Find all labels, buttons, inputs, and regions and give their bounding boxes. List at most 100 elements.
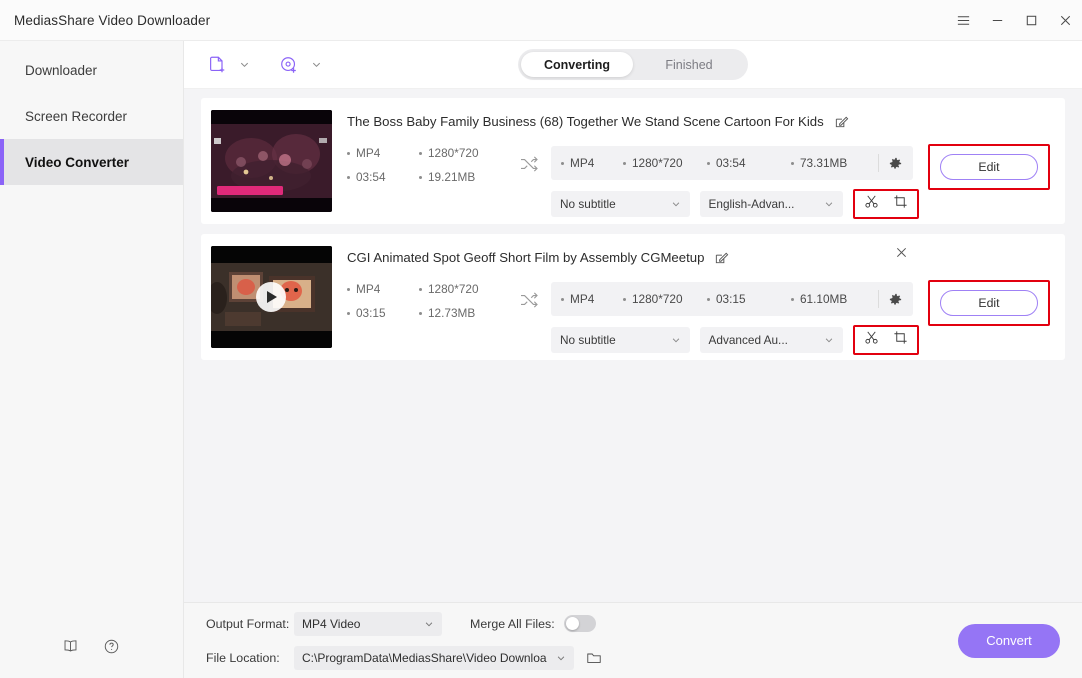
audio-select[interactable]: Advanced Au... [700,327,843,353]
source-duration: 03:54 [347,170,419,184]
output-format: MP4 [561,292,623,306]
video-thumbnail[interactable] [211,110,332,212]
convert-arrows-icon [507,282,551,308]
source-format: MP4 [347,146,419,160]
output-format-value: MP4 Video [302,617,360,631]
task-details: The Boss Baby Family Business (68) Toget… [332,110,919,224]
footer-settings: Output Format: MP4 Video Merge All Files… [206,612,602,670]
subtitle-select[interactable]: No subtitle [551,327,690,353]
task-card: CGI Animated Spot Geoff Short Film by As… [201,234,1065,360]
folder-icon[interactable] [586,650,602,666]
help-icon[interactable] [103,638,120,660]
chevron-down-icon [824,335,834,345]
file-location-value: C:\ProgramData\MediasShare\Video Downloa [302,651,547,665]
edit-button-highlight: Edit [928,280,1050,326]
tab-finished[interactable]: Finished [633,52,745,77]
rename-icon[interactable] [714,250,729,265]
file-location-row: File Location: C:\ProgramData\MediasShar… [206,646,602,670]
minimize-icon[interactable] [980,0,1014,41]
main-area: Converting Finished [184,41,1082,678]
output-block: MP4 1280*720 03:54 73.31MB [551,146,919,219]
task-title-row: CGI Animated Spot Geoff Short Film by As… [347,246,919,268]
menu-icon[interactable] [946,0,980,41]
video-thumbnail[interactable] [211,246,332,348]
title-bar: MediasShare Video Downloader [0,0,1082,41]
output-resolution: 1280*720 [623,156,707,170]
remove-task-icon[interactable] [891,242,911,262]
merge-all-files-label: Merge All Files: [470,617,555,631]
audio-select[interactable]: English-Advan... [700,191,843,217]
source-resolution: 1280*720 [419,282,507,296]
source-duration: 03:15 [347,306,419,320]
sidebar-footer [0,620,183,678]
output-size: 61.10MB [791,292,875,306]
add-disc-icon[interactable] [274,50,304,80]
source-format: MP4 [347,282,419,296]
edit-tools-highlight [853,189,919,219]
audio-select-value: Advanced Au... [709,333,788,347]
maximize-icon[interactable] [1014,0,1048,41]
body: Downloader Screen Recorder Video Convert… [0,41,1082,678]
add-disc-chevron-down-icon[interactable] [308,57,324,73]
chevron-down-icon [671,199,681,209]
window-controls [946,0,1082,41]
divider [878,290,879,308]
task-meta-row: MP4 1280*720 03:54 19.21MB [347,146,919,219]
sidebar-nav: Downloader Screen Recorder Video Convert… [0,41,183,185]
output-format-label: Output Format: [206,617,294,631]
rename-icon[interactable] [834,114,849,129]
task-card: The Boss Baby Family Business (68) Toget… [201,98,1065,224]
chevron-down-icon [671,335,681,345]
sidebar-item-screen-recorder[interactable]: Screen Recorder [0,93,183,139]
output-options-row: No subtitle Advanced Au... [551,325,919,355]
output-cells: MP4 1280*720 03:15 61.10MB [561,292,876,306]
task-meta-row: MP4 1280*720 03:15 12.73MB [347,282,919,355]
sidebar-item-video-converter[interactable]: Video Converter [0,139,183,185]
close-icon[interactable] [1048,0,1082,41]
add-disc-group [274,50,324,80]
source-meta: MP4 1280*720 03:54 19.21MB [347,146,507,184]
edit-area: Edit [919,246,1065,360]
add-file-icon[interactable] [202,50,232,80]
subtitle-select[interactable]: No subtitle [551,191,690,217]
sidebar-item-downloader[interactable]: Downloader [0,47,183,93]
book-icon[interactable] [62,638,79,660]
output-duration: 03:15 [707,292,791,306]
merge-all-files-toggle[interactable] [564,615,596,632]
output-format-select[interactable]: MP4 Video [294,612,442,636]
toolbar: Converting Finished [184,41,1082,89]
crop-icon[interactable] [893,194,908,214]
convert-button[interactable]: Convert [958,624,1060,658]
chevron-down-icon [424,619,434,629]
edit-button[interactable]: Edit [940,154,1038,180]
sidebar-item-label: Screen Recorder [25,109,127,124]
sidebar-item-label: Video Converter [25,155,129,170]
edit-button[interactable]: Edit [940,290,1038,316]
subtitle-select-value: No subtitle [560,333,616,347]
output-options-row: No subtitle English-Advan... [551,189,919,219]
task-tabs: Converting Finished [518,49,748,80]
output-format: MP4 [561,156,623,170]
app-window: MediasShare Video Downloader Downloader [0,0,1082,678]
scissors-icon[interactable] [864,330,879,350]
add-file-chevron-down-icon[interactable] [236,57,252,73]
output-summary: MP4 1280*720 03:15 61.10MB [551,282,913,316]
task-details: CGI Animated Spot Geoff Short Film by As… [332,246,919,360]
gear-icon[interactable] [888,292,903,307]
file-location-label: File Location: [206,651,294,665]
source-size: 12.73MB [419,306,507,320]
task-title: The Boss Baby Family Business (68) Toget… [347,114,824,129]
footer-bar: Output Format: MP4 Video Merge All Files… [184,602,1082,678]
file-location-select[interactable]: C:\ProgramData\MediasShare\Video Downloa [294,646,574,670]
output-cells: MP4 1280*720 03:54 73.31MB [561,156,876,170]
edit-tools-highlight [853,325,919,355]
subtitle-select-value: No subtitle [560,197,616,211]
tab-converting[interactable]: Converting [521,52,633,77]
scissors-icon[interactable] [864,194,879,214]
audio-select-value: English-Advan... [709,197,795,211]
task-title: CGI Animated Spot Geoff Short Film by As… [347,250,704,265]
app-title: MediasShare Video Downloader [14,13,210,28]
crop-icon[interactable] [893,330,908,350]
gear-icon[interactable] [888,156,903,171]
task-list: The Boss Baby Family Business (68) Toget… [184,89,1082,602]
